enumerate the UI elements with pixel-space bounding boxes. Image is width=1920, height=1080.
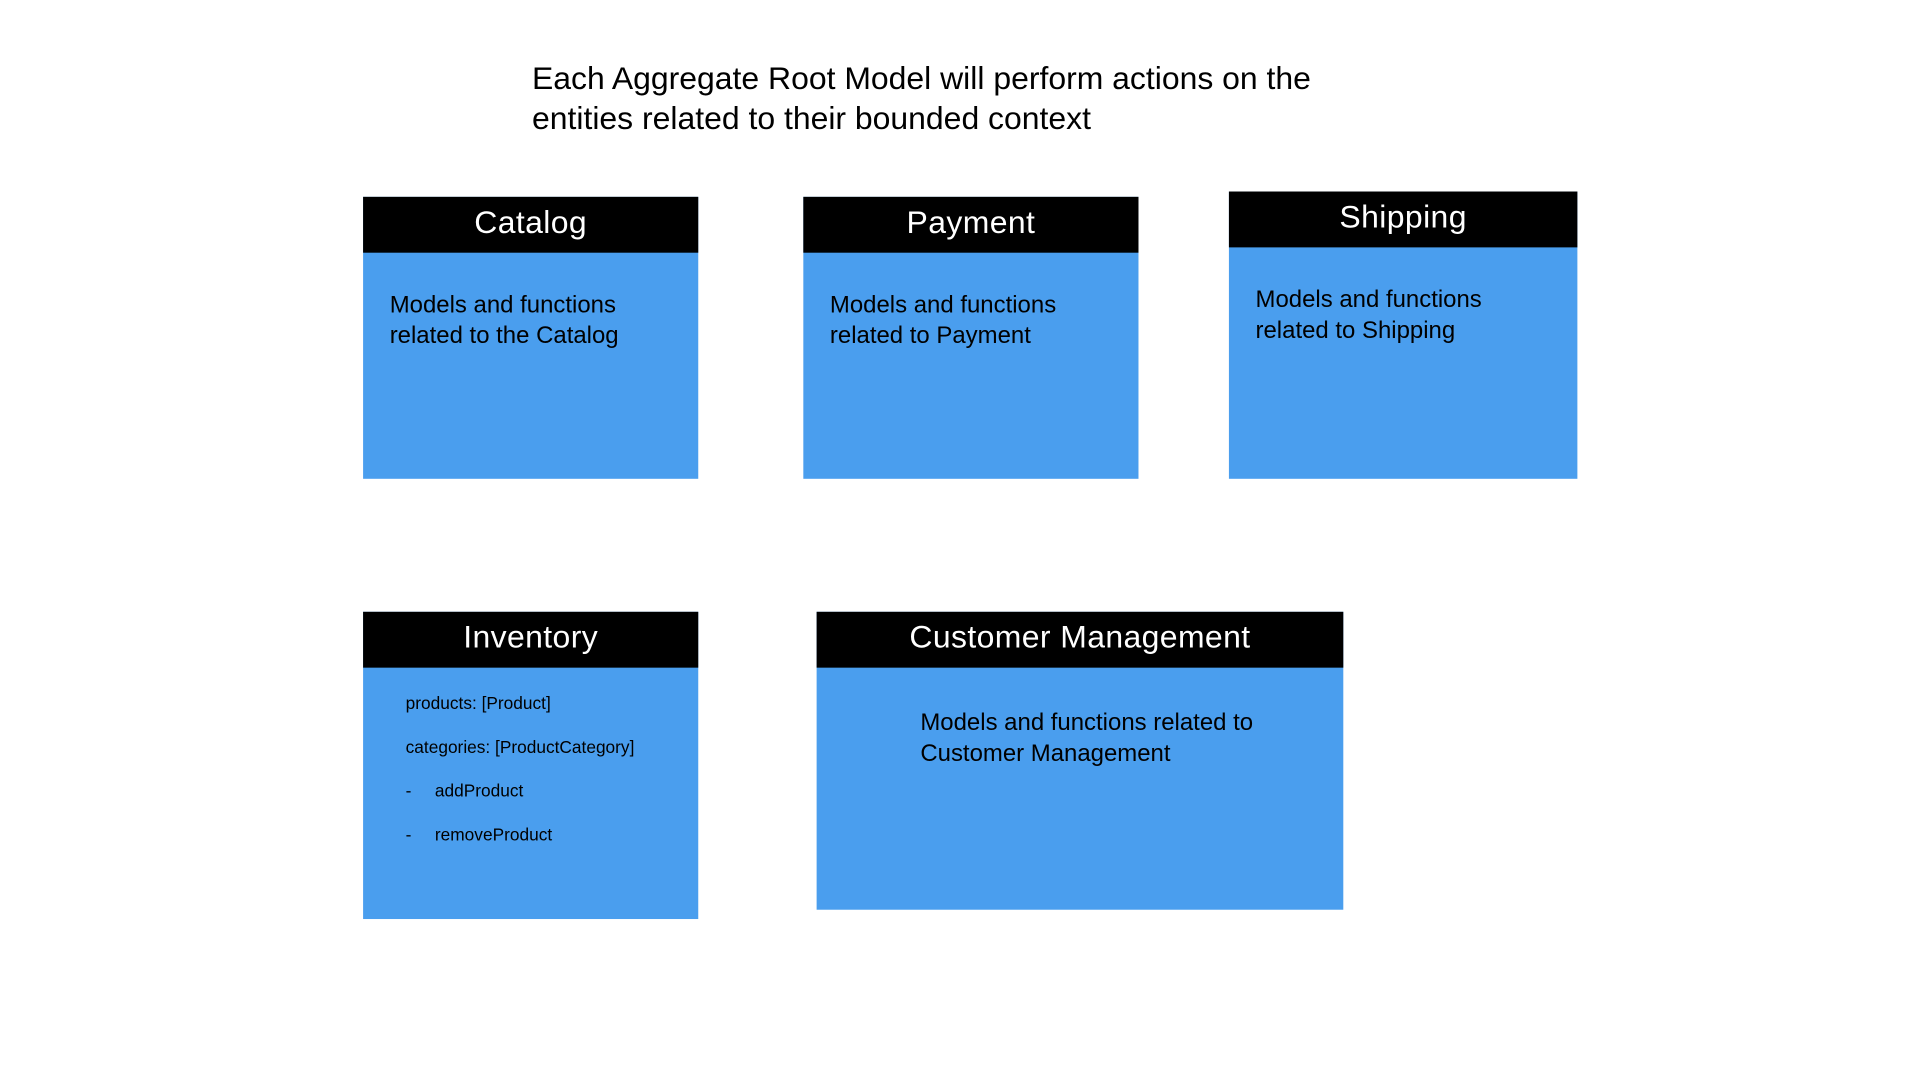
- inventory-row: removeProduct: [406, 813, 672, 857]
- customer-management-body: Models and functions related to Customer…: [817, 668, 1344, 794]
- inventory-row: products: [Product]: [406, 681, 672, 725]
- payment-body: Models and functions related to Payment: [803, 253, 1138, 377]
- catalog-header: Catalog: [363, 197, 698, 253]
- inventory-row: categories: [ProductCategory]: [406, 725, 672, 769]
- inventory-header: Inventory: [363, 612, 698, 668]
- diagram-title: Each Aggregate Root Model will perform a…: [532, 60, 1410, 140]
- shipping-header: Shipping: [1229, 192, 1577, 248]
- payment-header: Payment: [803, 197, 1138, 253]
- payment-box: Payment Models and functions related to …: [803, 197, 1138, 479]
- inventory-body: products: [Product] categories: [Product…: [363, 668, 698, 881]
- catalog-body: Models and functions related to the Cata…: [363, 253, 698, 377]
- customer-management-header: Customer Management: [817, 612, 1344, 668]
- inventory-box: Inventory products: [Product] categories…: [363, 612, 698, 919]
- shipping-box: Shipping Models and functions related to…: [1229, 192, 1577, 479]
- customer-management-box: Customer Management Models and functions…: [817, 612, 1344, 910]
- inventory-row: addProduct: [406, 769, 672, 813]
- catalog-box: Catalog Models and functions related to …: [363, 197, 698, 479]
- shipping-body: Models and functions related to Shipping: [1229, 247, 1577, 371]
